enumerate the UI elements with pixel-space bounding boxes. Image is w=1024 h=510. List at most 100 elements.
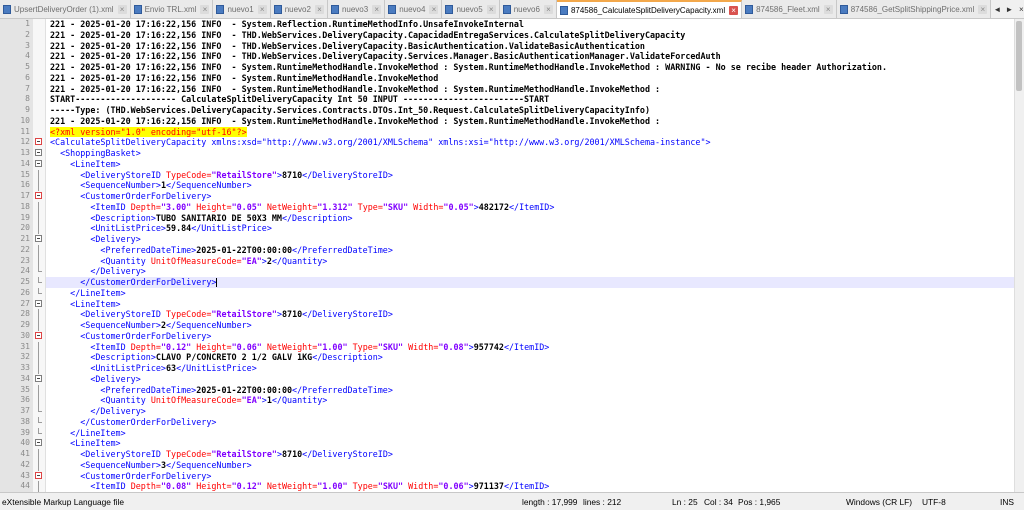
fold-marker[interactable] — [33, 374, 45, 385]
tab-1[interactable]: Envio TRL.xml × — [130, 0, 214, 18]
fold-marker[interactable] — [33, 159, 45, 170]
fold-margin[interactable] — [33, 19, 46, 492]
code-line[interactable]: 221 - 2025-01-20 17:16:22,156 INFO - THD… — [46, 41, 1024, 52]
code-line[interactable]: <ItemID Depth="0.12" Height="0.06" NetWe… — [46, 342, 1024, 353]
tab-5[interactable]: nuevo4 × — [385, 0, 443, 18]
tab-close-icon[interactable]: × — [486, 4, 496, 14]
line-number: 18 — [20, 201, 30, 211]
fold-marker[interactable] — [33, 299, 45, 310]
fold-marker[interactable] — [33, 471, 45, 482]
code-line[interactable]: <Description>TUBO SANITARIO DE 50X3 MM</… — [46, 213, 1024, 224]
code-line[interactable]: <ItemID Depth="3.00" Height="0.05" NetWe… — [46, 202, 1024, 213]
code-line[interactable]: </LineItem> — [46, 428, 1024, 439]
code-token: <DeliveryStoreID — [80, 309, 166, 320]
code-line[interactable]: </CustomerOrderForDelivery> — [46, 277, 1024, 288]
code-token: </LineItem> — [70, 427, 126, 438]
fold-marker[interactable] — [33, 234, 45, 245]
tab-6[interactable]: nuevo5 × — [442, 0, 500, 18]
code-line[interactable]: <CalculateSplitDeliveryCapacity xmlns:xs… — [46, 137, 1024, 148]
code-line[interactable]: <Description>CLAVO P/CONCRETO 2 1/2 GALV… — [46, 352, 1024, 363]
code-line[interactable]: -----Type: (THD.WebServices.DeliveryCapa… — [46, 105, 1024, 116]
fold-marker[interactable] — [33, 137, 45, 148]
code-line[interactable]: <?xml version="1.0" encoding="utf-16"?> — [46, 126, 1024, 138]
code-line[interactable]: <CustomerOrderForDelivery> — [46, 191, 1024, 202]
tab-7[interactable]: nuevo6 × — [499, 0, 557, 18]
fold-marker[interactable] — [33, 331, 45, 342]
code-line[interactable]: <Delivery> — [46, 234, 1024, 245]
scrollbar-thumb[interactable] — [1016, 21, 1022, 91]
tab-close-icon[interactable]: × — [117, 4, 127, 14]
code-token: START-------------------- CalculateSplit… — [50, 94, 550, 105]
code-line[interactable]: <LineItem> — [46, 438, 1024, 449]
fold-marker[interactable] — [33, 438, 45, 449]
code-line[interactable]: <LineItem> — [46, 159, 1024, 170]
code-line[interactable]: <UnitListPrice>59.84</UnitListPrice> — [46, 223, 1024, 234]
code-line[interactable]: </LineItem> — [46, 288, 1024, 299]
code-line[interactable]: <CustomerOrderForDelivery> — [46, 471, 1024, 482]
code-line[interactable]: 221 - 2025-01-20 17:16:22,156 INFO - Sys… — [46, 19, 1024, 30]
code-line[interactable]: START-------------------- CalculateSplit… — [46, 94, 1024, 105]
close-document-icon[interactable]: × — [1015, 5, 1024, 14]
tab-close-icon[interactable]: × — [729, 5, 739, 15]
code-line[interactable]: <DeliveryStoreID TypeCode="RetailStore">… — [46, 309, 1024, 320]
code-line[interactable]: 221 - 2025-01-20 17:16:22,156 INFO - Sys… — [46, 73, 1024, 84]
tab-close-icon[interactable]: × — [200, 4, 210, 14]
code-line[interactable]: 221 - 2025-01-20 17:16:22,156 INFO - THD… — [46, 51, 1024, 62]
tab-close-icon[interactable]: × — [257, 4, 267, 14]
code-line[interactable]: <Delivery> — [46, 374, 1024, 385]
tab-4[interactable]: nuevo3 × — [327, 0, 386, 18]
tab-close-icon[interactable]: × — [372, 4, 382, 14]
code-line[interactable]: </Delivery> — [46, 266, 1024, 277]
code-line[interactable]: <UnitListPrice>63</UnitListPrice> — [46, 363, 1024, 374]
code-line[interactable]: </Delivery> — [46, 406, 1024, 417]
code-line[interactable]: <Quantity UnitOfMeasureCode="EA">1</Quan… — [46, 395, 1024, 406]
code-line[interactable]: </CustomerOrderForDelivery> — [46, 417, 1024, 428]
code-line[interactable]: 221 - 2025-01-20 17:16:22,156 INFO - Sys… — [46, 62, 1024, 73]
code-view[interactable]: 221 - 2025-01-20 17:16:22,156 INFO - Sys… — [46, 19, 1024, 492]
fold-marker — [33, 212, 45, 224]
code-token: 8710 — [281, 169, 303, 180]
file-icon — [745, 4, 754, 14]
tab-close-icon[interactable]: × — [429, 4, 439, 14]
code-line[interactable]: 221 - 2025-01-20 17:16:22,156 INFO - Sys… — [46, 84, 1024, 95]
editor-area[interactable]: 1 2 3 4 5 6 7 8 9 10 11 12 13 14 15 16 17 18 19 20 21 22 23 24 2… — [0, 19, 1024, 492]
code-line[interactable]: <SequenceNumber>1</SequenceNumber> — [46, 180, 1024, 191]
tab-9[interactable]: 874586_Fleet.xml × — [742, 0, 837, 18]
vertical-scrollbar[interactable] — [1014, 19, 1024, 492]
tab-close-icon[interactable]: × — [823, 4, 833, 14]
code-token: 0.05 — [448, 201, 469, 212]
tab-0[interactable]: UpsertDeliveryOrder (1).xml × — [0, 0, 131, 18]
code-line[interactable]: 221 - 2025-01-20 17:16:22,156 INFO - Sys… — [46, 116, 1024, 127]
code-token: <UnitListPrice> — [90, 363, 166, 373]
code-line[interactable]: <Quantity UnitOfMeasureCode="EA">2</Quan… — [46, 256, 1024, 267]
line-number: 13 — [20, 148, 30, 157]
tab-8[interactable]: 874586_CalculateSplitDeliveryCapacity.xm… — [556, 0, 743, 18]
tab-close-icon[interactable]: × — [314, 4, 324, 14]
tab-scroll-left-icon[interactable]: ◄ — [991, 5, 1003, 14]
tab-close-icon[interactable]: × — [543, 4, 553, 14]
code-line[interactable]: <CustomerOrderForDelivery> — [46, 331, 1024, 342]
tab-3[interactable]: nuevo2 × — [270, 0, 328, 18]
tab-close-icon[interactable]: × — [978, 4, 988, 14]
tab-10[interactable]: 874586_GetSplitShippingPrice.xml × — [836, 0, 992, 18]
code-line[interactable]: <DeliveryStoreID TypeCode="RetailStore">… — [46, 170, 1024, 181]
code-line[interactable]: <PreferredDateTime>2025-01-22T00:00:00</… — [46, 245, 1024, 256]
code-line[interactable]: <ItemID Depth="0.08" Height="0.12" NetWe… — [46, 481, 1024, 492]
code-line[interactable]: <PreferredDateTime>2025-01-22T00:00:00</… — [46, 385, 1024, 396]
fold-marker[interactable] — [33, 191, 45, 202]
code-token: 221 - 2025-01-20 17:16:22,156 INFO - THD… — [50, 51, 721, 62]
code-token: Type= — [352, 481, 378, 492]
tab-scroll-right-icon[interactable]: ► — [1003, 5, 1015, 14]
code-line[interactable]: 221 - 2025-01-20 17:16:22,156 INFO - THD… — [46, 30, 1024, 41]
code-line[interactable]: <DeliveryStoreID TypeCode="RetailStore">… — [46, 449, 1024, 460]
tab-2[interactable]: nuevo1 × — [213, 0, 271, 18]
code-line[interactable]: <LineItem> — [46, 299, 1024, 310]
line-number: 39 — [20, 427, 30, 437]
code-token: </DeliveryStoreID> — [302, 169, 393, 180]
code-line[interactable]: <SequenceNumber>2</SequenceNumber> — [46, 320, 1024, 331]
fold-marker — [33, 116, 45, 127]
code-line[interactable]: <ShoppingBasket> — [46, 148, 1024, 159]
line-number: 35 — [20, 384, 30, 394]
code-line[interactable]: <SequenceNumber>3</SequenceNumber> — [46, 460, 1024, 471]
fold-marker[interactable] — [33, 148, 45, 159]
